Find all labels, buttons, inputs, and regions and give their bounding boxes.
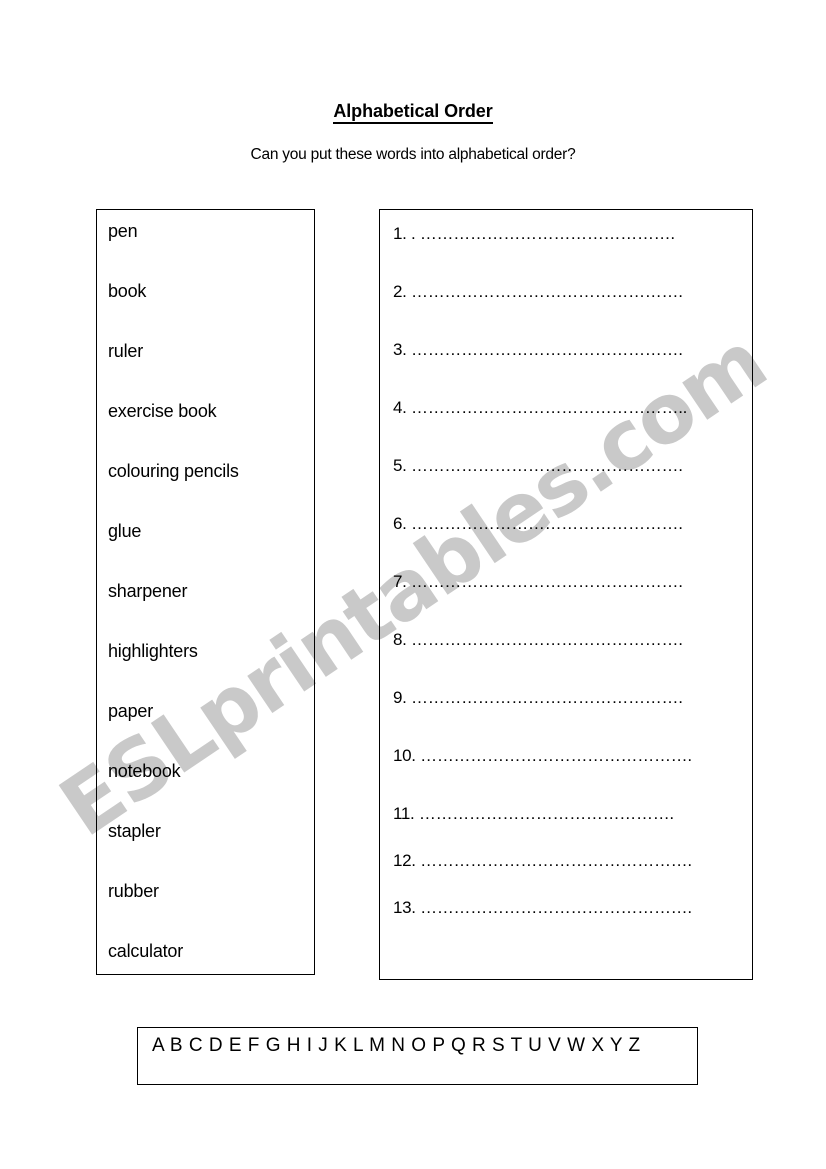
word-bank-item: glue [108, 521, 142, 541]
answer-line[interactable]: 11. ………………………………………. [393, 804, 752, 851]
answer-line[interactable]: 6. …………………………………………. [393, 514, 752, 572]
instruction-text: Can you put these words into alphabetica… [250, 146, 576, 163]
word-bank-item: exercise book [108, 401, 217, 421]
page-title: Alphabetical Order [0, 101, 826, 124]
word-bank-item: ruler [108, 341, 144, 361]
word-bank-item: book [108, 281, 147, 301]
word-bank-item: stapler [108, 821, 161, 841]
answer-line[interactable]: 12. …………………………………………. [393, 851, 752, 898]
alphabet-reference-box: A B C D E F G H I J K L M N O P Q R S T … [137, 1027, 698, 1085]
answer-line[interactable]: 5. …………………………………………. [393, 456, 752, 514]
alphabet-letters: A B C D E F G H I J K L M N O P Q R S T … [152, 1035, 641, 1056]
word-bank-box: pen book ruler exercise book colouring p… [96, 209, 315, 975]
word-bank-item: colouring pencils [108, 461, 239, 481]
answer-line[interactable]: 8. …………………………………………. [393, 630, 752, 688]
answer-line-list: 1. . ………………………………………. 2. ………………………………………… [380, 210, 752, 945]
answer-line[interactable]: 4. ………………………………………….. [393, 398, 752, 456]
worksheet-page: ESLprintables.com Alphabetical Order Can… [0, 0, 826, 1169]
word-bank-item: notebook [108, 761, 181, 781]
answer-box: 1. . ………………………………………. 2. ………………………………………… [379, 209, 753, 980]
word-bank-item: calculator [108, 941, 184, 961]
answer-line[interactable]: 7. …………………………………………. [393, 572, 752, 630]
word-bank-item: paper [108, 701, 154, 721]
word-bank-item: rubber [108, 881, 159, 901]
answer-line[interactable]: 10. …………………………………………. [393, 746, 752, 804]
word-bank-item: sharpener [108, 581, 188, 601]
word-bank-item: highlighters [108, 641, 198, 661]
answer-line[interactable]: 3. …………………………………………. [393, 340, 752, 398]
answer-line[interactable]: 13. …………………………………………. [393, 898, 752, 945]
word-bank-list: pen book ruler exercise book colouring p… [97, 210, 314, 1001]
answer-line[interactable]: 9. …………………………………………. [393, 688, 752, 746]
answer-line[interactable]: 2. …………………………………………. [393, 282, 752, 340]
answer-line[interactable]: 1. . ………………………………………. [393, 224, 752, 282]
page-title-text: Alphabetical Order [333, 101, 493, 124]
word-bank-item: pen [108, 221, 138, 241]
